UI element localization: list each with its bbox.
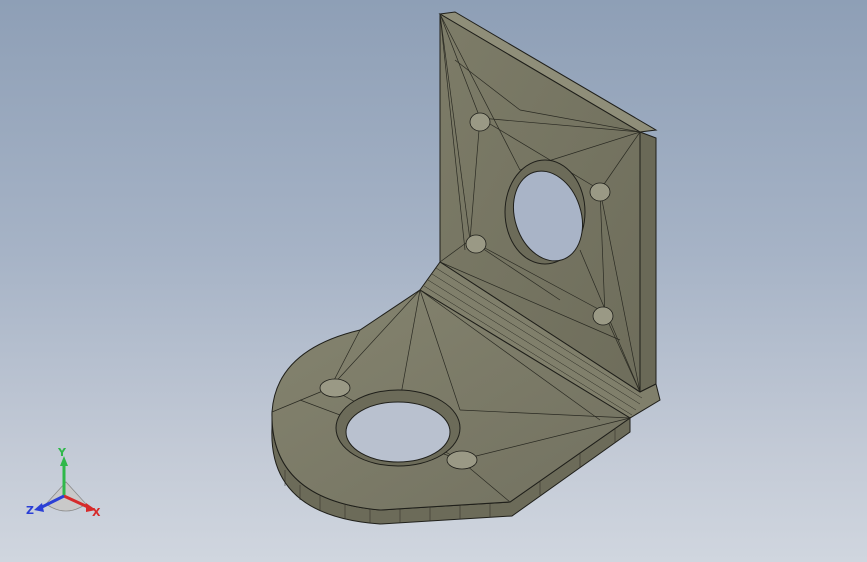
vertical-plate-edge bbox=[639, 131, 657, 393]
orientation-triad[interactable]: Y Z X bbox=[24, 446, 104, 526]
base-large-hole bbox=[345, 401, 451, 463]
y-axis-label: Y bbox=[57, 446, 67, 459]
z-axis-label: Z bbox=[26, 504, 34, 517]
z-axis-arrow-icon bbox=[34, 503, 44, 512]
x-axis-label: X bbox=[92, 506, 101, 519]
graphics-viewport[interactable] bbox=[0, 0, 867, 562]
triad-graphic: Y Z X bbox=[26, 446, 101, 519]
model-bracket[interactable] bbox=[0, 0, 867, 562]
